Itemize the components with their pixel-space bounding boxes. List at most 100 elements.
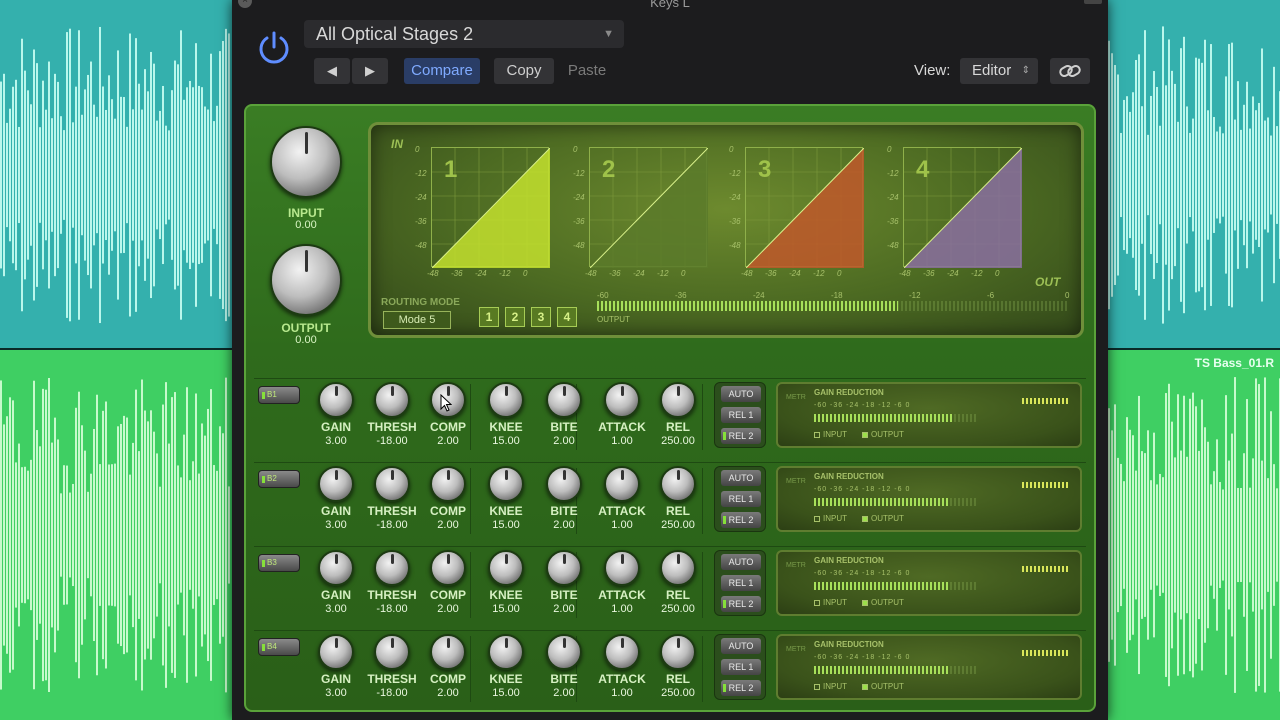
meter-output-option[interactable]: OUTPUT [862, 514, 904, 523]
release-mode-auto-button[interactable]: AUTO [721, 638, 761, 654]
band-strip-3: B3 GAIN 3.00 THRESH -18.00 COMP 2.00 KNEE 15.00 B… [246, 546, 1094, 628]
knee-knob[interactable] [488, 550, 524, 586]
gain-knob[interactable] [318, 550, 354, 586]
next-arrow-icon: ▶ [365, 63, 375, 78]
band-enable-button[interactable]: B3 [258, 554, 300, 572]
y-tick: -36 [573, 217, 585, 226]
bite-knob[interactable] [546, 550, 582, 586]
gain-reduction-title: GAIN REDUCTION [814, 388, 884, 397]
route-button-1[interactable]: 1 [479, 307, 499, 327]
thresh-value: -18.00 [376, 519, 408, 531]
input-knob[interactable] [270, 126, 342, 198]
gain-knob[interactable] [318, 634, 354, 670]
release-mode-rel-1-button[interactable]: REL 1 [721, 575, 761, 591]
copy-button[interactable]: Copy [494, 58, 554, 84]
meter-output-option[interactable]: OUTPUT [862, 598, 904, 607]
y-tick: 0 [415, 145, 420, 154]
paste-button[interactable]: Paste [558, 58, 616, 84]
view-selector[interactable]: Editor ⇕ [960, 58, 1038, 84]
band-enable-button[interactable]: B2 [258, 470, 300, 488]
release-mode-auto-button[interactable]: AUTO [721, 554, 761, 570]
gain-knob[interactable] [318, 382, 354, 418]
compare-button[interactable]: Compare [404, 58, 480, 84]
peak-meter [1022, 398, 1070, 404]
band-button-label: B3 [267, 558, 277, 567]
gain-reduction-scale: -60 -36 -24 -18 -12 -6 0 [814, 486, 911, 493]
rel-knob[interactable] [660, 466, 696, 502]
y-tick: -48 [415, 241, 427, 250]
release-mode-auto-button[interactable]: AUTO [721, 386, 761, 402]
rel-knob[interactable] [660, 634, 696, 670]
band-enable-button[interactable]: B4 [258, 638, 300, 656]
y-tick: 0 [573, 145, 578, 154]
attack-knob[interactable] [604, 382, 640, 418]
power-icon[interactable] [254, 28, 294, 68]
attack-knob[interactable] [604, 550, 640, 586]
knee-knob[interactable] [488, 634, 524, 670]
bite-knob[interactable] [546, 382, 582, 418]
gain-reduction-scale: -60 -36 -24 -18 -12 -6 0 [814, 570, 911, 577]
release-mode-auto-button[interactable]: AUTO [721, 470, 761, 486]
prev-preset-button[interactable]: ◀ [314, 58, 350, 84]
thresh-knob[interactable] [374, 550, 410, 586]
route-button-2[interactable]: 2 [505, 307, 525, 327]
comp-knob[interactable] [430, 466, 466, 502]
output-label: OUTPUT [281, 321, 331, 335]
output-scale-tick: 0 [1065, 291, 1070, 300]
release-mode-rel-2-button[interactable]: REL 2 [721, 512, 761, 528]
output-knob[interactable] [270, 244, 342, 316]
rel-value: 250.00 [661, 687, 695, 699]
link-button[interactable] [1050, 58, 1090, 84]
comp-knob[interactable] [430, 550, 466, 586]
meter-input-option[interactable]: INPUT [814, 430, 847, 439]
release-mode-rel-1-button[interactable]: REL 1 [721, 491, 761, 507]
band-strip-2: B2 GAIN 3.00 THRESH -18.00 COMP 2.00 KNEE 15.00 B… [246, 462, 1094, 544]
gain-reduction-meter [814, 582, 949, 590]
input-label: INPUT [288, 206, 324, 220]
release-mode-rel-2-button[interactable]: REL 2 [721, 596, 761, 612]
gain-reduction-scale: -60 -36 -24 -18 -12 -6 0 [814, 654, 911, 661]
window-zoom-button[interactable] [1084, 0, 1102, 4]
comp-knob[interactable] [430, 634, 466, 670]
release-mode-rel-2-button[interactable]: REL 2 [721, 680, 761, 696]
knee-label: KNEE [489, 420, 523, 434]
knee-knob[interactable] [488, 382, 524, 418]
bite-knob[interactable] [546, 466, 582, 502]
attack-knob[interactable] [604, 466, 640, 502]
band-button-label: B1 [267, 390, 277, 399]
release-mode-rel-1-button[interactable]: REL 1 [721, 659, 761, 675]
gain-knob[interactable] [318, 466, 354, 502]
meter-input-option[interactable]: INPUT [814, 514, 847, 523]
y-tick: -36 [415, 217, 427, 226]
thresh-knob[interactable] [374, 634, 410, 670]
meter-input-option[interactable]: INPUT [814, 682, 847, 691]
thresh-knob[interactable] [374, 466, 410, 502]
thresh-knob[interactable] [374, 382, 410, 418]
band-enable-button[interactable]: B1 [258, 386, 300, 404]
out-label: OUT [1035, 275, 1061, 289]
meter-input-label: INPUT [823, 430, 847, 439]
routing-mode-selector[interactable]: Mode 5 [383, 311, 451, 329]
meter-output-label: OUTPUT [871, 682, 904, 691]
release-mode-rel-1-button[interactable]: REL 1 [721, 407, 761, 423]
route-button-3[interactable]: 3 [531, 307, 551, 327]
x-tick: -48 [741, 269, 753, 278]
rel-knob[interactable] [660, 382, 696, 418]
preset-selector[interactable]: All Optical Stages 2 ▼ [304, 20, 624, 48]
bite-knob[interactable] [546, 634, 582, 670]
meter-input-option[interactable]: INPUT [814, 598, 847, 607]
in-label: IN [391, 137, 403, 151]
rel-knob[interactable] [660, 550, 696, 586]
x-tick: 0 [681, 269, 686, 278]
route-button-4[interactable]: 4 [557, 307, 577, 327]
y-tick: -36 [729, 217, 741, 226]
knee-knob[interactable] [488, 466, 524, 502]
next-preset-button[interactable]: ▶ [352, 58, 388, 84]
knee-value: 15.00 [492, 603, 520, 615]
release-mode-rel-2-button[interactable]: REL 2 [721, 428, 761, 444]
meter-output-option[interactable]: OUTPUT [862, 430, 904, 439]
gain-reduction-meter [814, 498, 949, 506]
meter-output-option[interactable]: OUTPUT [862, 682, 904, 691]
attack-knob[interactable] [604, 634, 640, 670]
gain-value: 3.00 [325, 519, 347, 531]
